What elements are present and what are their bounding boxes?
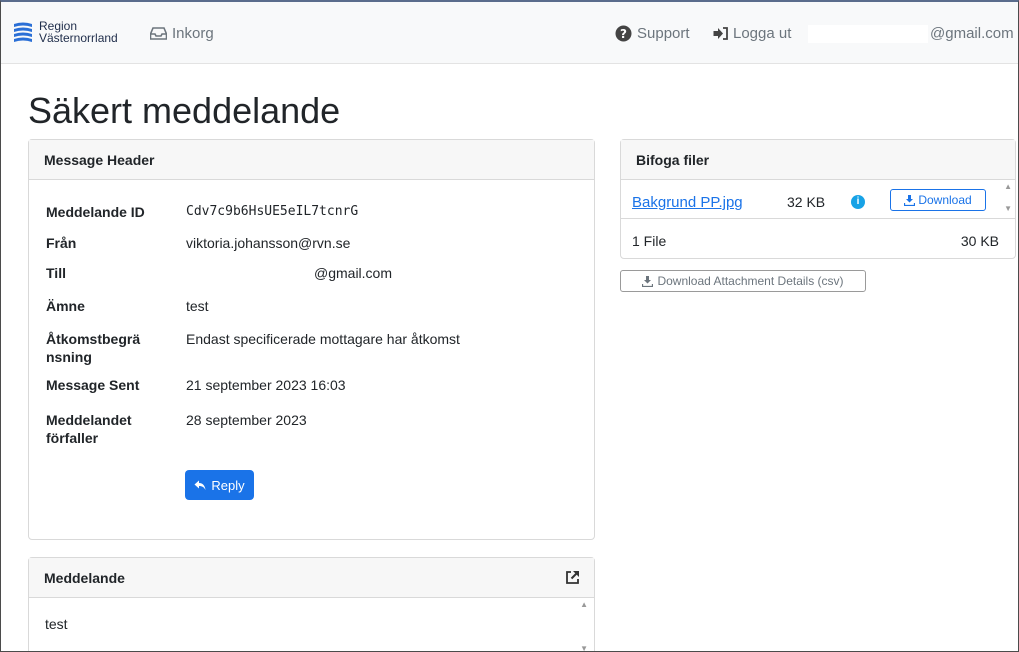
nav-logout-link[interactable]: Logga ut: [713, 25, 791, 42]
nav-support-label: Support: [637, 25, 690, 42]
scroll-up-arrow[interactable]: ▲: [580, 600, 588, 609]
attachments-card: Bifoga filer Bakgrund PP.jpg 32 KB i Dow…: [620, 139, 1016, 259]
scroll-down-arrow[interactable]: ▼: [1004, 204, 1012, 213]
region-logo-icon: [14, 22, 32, 42]
download-icon: [642, 275, 654, 287]
attachment-row: Bakgrund PP.jpg 32 KB i Download ▲ ▼: [621, 180, 1015, 219]
meta-value: 28 september 2023: [186, 412, 307, 428]
scroll-down-arrow[interactable]: ▼: [580, 644, 588, 651]
page: Region Västernorrland Inkorg ? Support L…: [0, 0, 1019, 652]
brand-text: Region Västernorrland: [39, 20, 118, 44]
attachments-total-row: 1 File 30 KB: [621, 220, 1015, 260]
download-csv-button[interactable]: Download Attachment Details (csv): [620, 270, 866, 292]
message-header-title: Message Header: [44, 152, 155, 168]
page-title: Säkert meddelande: [28, 90, 341, 131]
nav-inbox-link[interactable]: Inkorg: [150, 25, 214, 42]
download-button-label: Download: [918, 193, 972, 207]
message-title: Meddelande: [44, 570, 125, 586]
message-card: Meddelande test ▲ ▼: [28, 557, 595, 651]
nav-logout-label: Logga ut: [733, 25, 792, 42]
inbox-icon: [150, 27, 167, 40]
message-card-header: Meddelande: [29, 558, 594, 598]
attachments-title: Bifoga filer: [636, 152, 710, 168]
meta-value: viktoria.johansson@rvn.se: [186, 235, 351, 251]
attachments-total-size: 30 KB: [960, 233, 999, 249]
message-header-card-header: Message Header: [29, 140, 594, 180]
meta-value: Endast specificerade mottagare har åtkom…: [186, 331, 460, 347]
message-body: test: [45, 616, 68, 632]
question-circle-icon: ?: [615, 25, 632, 42]
meta-value: Cdv7c9b6HsUE5eIL7tcnrG: [186, 204, 359, 219]
attachment-link[interactable]: Bakgrund PP.jpg: [632, 194, 743, 211]
download-csv-label: Download Attachment Details (csv): [657, 274, 844, 288]
meta-key: Åtkomstbegrä nsning: [46, 331, 141, 365]
redacted-email-part: [808, 25, 928, 44]
user-email: @gmail.com: [808, 25, 1018, 44]
scroll-up-arrow[interactable]: ▲: [1004, 182, 1012, 191]
meta-key: Från: [46, 235, 77, 251]
reply-button[interactable]: Reply: [185, 470, 254, 500]
meta-key: Meddelandet förfaller: [46, 412, 132, 446]
nav-inbox-label: Inkorg: [172, 25, 214, 42]
download-button[interactable]: Download: [890, 189, 986, 211]
attachments-card-header: Bifoga filer: [621, 140, 1015, 180]
sign-out-icon: [713, 27, 728, 40]
top-navbar: Region Västernorrland Inkorg ? Support L…: [1, 2, 1018, 64]
meta-key: Message Sent: [46, 377, 140, 393]
open-external-icon[interactable]: [565, 570, 580, 585]
attachments-count: 1 File: [632, 233, 667, 249]
reply-icon: [194, 480, 206, 490]
attachment-size: 32 KB: [787, 194, 826, 210]
download-icon: [904, 194, 916, 206]
message-header-card: Message Header Meddelande ID Cdv7c9b6HsU…: [28, 139, 595, 540]
meta-key: Till: [46, 265, 66, 281]
meta-value: 21 september 2023 16:03: [186, 377, 346, 393]
meta-key: Ämne: [46, 298, 85, 314]
brand-line-2: Västernorrland: [39, 31, 118, 45]
svg-text:?: ?: [620, 27, 627, 41]
nav-support-link[interactable]: ? Support: [615, 25, 690, 42]
info-icon[interactable]: i: [851, 195, 865, 209]
brand[interactable]: Region Västernorrland: [13, 20, 118, 44]
meta-key: Meddelande ID: [46, 204, 145, 220]
meta-value: test: [186, 298, 209, 314]
reply-button-label: Reply: [211, 477, 245, 493]
user-email-suffix: @gmail.com: [930, 25, 1014, 42]
